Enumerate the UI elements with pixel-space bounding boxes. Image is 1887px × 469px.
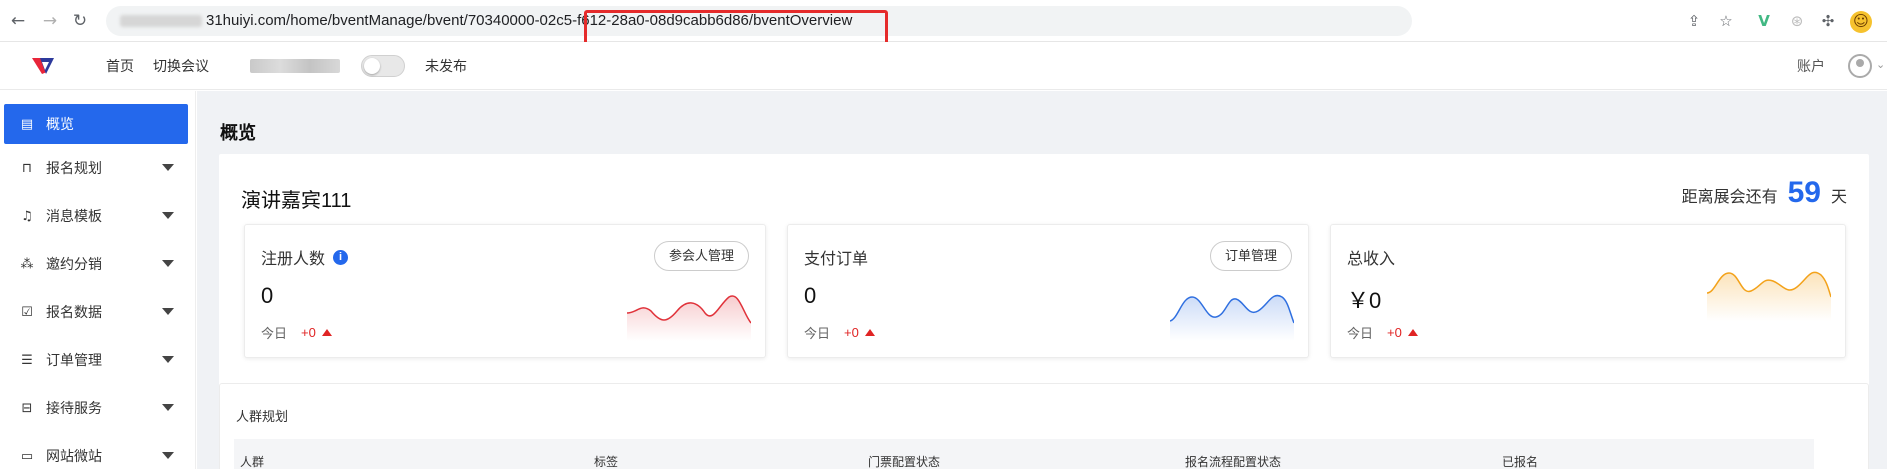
- sidebar-item-website[interactable]: ▭ 网站微站: [4, 436, 188, 469]
- sidebar-item-registration-plan[interactable]: ⊓ 报名规划: [4, 148, 188, 188]
- column-header: 门票配置状态: [868, 455, 941, 469]
- puzzle-icon[interactable]: ✣: [1818, 11, 1838, 31]
- app-header: 首页 切换会议 未发布 账户 ⌄: [0, 42, 1887, 90]
- sidebar-item-label: 邀约分销: [46, 256, 102, 272]
- app-logo[interactable]: [32, 56, 54, 76]
- caret-down-icon: [162, 308, 174, 315]
- stat-value: 0: [261, 283, 274, 308]
- vue-extension-icon[interactable]: V: [1754, 11, 1774, 31]
- sidebar-item-orders[interactable]: ☰ 订单管理: [4, 340, 188, 380]
- network-icon: ⁂: [20, 256, 34, 272]
- extension-icon-gray[interactable]: ⊛: [1787, 11, 1807, 31]
- sidebar-item-label: 订单管理: [46, 352, 102, 368]
- clipboard-icon: ☑: [21, 304, 33, 320]
- column-header: 人群: [240, 455, 265, 469]
- sidebar-item-label: 概览: [46, 116, 74, 132]
- countdown-suffix: 天: [1830, 189, 1847, 206]
- stat-label: 注册人数 i: [261, 245, 349, 269]
- main-content: 概览 演讲嘉宾111 距离展会还有 59 天 注册人数 i 0 今日 +0 参会…: [197, 91, 1887, 469]
- sidebar-item-label: 报名规划: [46, 160, 102, 176]
- back-icon[interactable]: ←: [8, 11, 28, 31]
- chevron-down-icon[interactable]: ⌄: [1876, 58, 1885, 71]
- up-arrow-icon: [321, 329, 332, 336]
- sidebar-item-reception[interactable]: ⊟ 接待服务: [4, 388, 188, 428]
- crowd-table-header: 人群 标签 门票配置状态 报名流程配置状态 已报名: [234, 439, 1814, 469]
- column-header: 标签: [594, 455, 619, 469]
- stat-card-revenue: 总收入 ￥0 今日 +0: [1330, 224, 1846, 358]
- countdown-prefix: 距离展会还有: [1681, 189, 1778, 206]
- url-redacted: [120, 15, 202, 27]
- bus-icon: ⊟: [21, 400, 33, 416]
- account-menu[interactable]: 账户: [1797, 42, 1825, 90]
- caret-down-icon: [162, 164, 174, 171]
- caret-down-icon: [162, 212, 174, 219]
- browser-toolbar: ← → ↻ 31huiyi.com/home/bventManage/bvent…: [0, 0, 1887, 55]
- emoji-avatar-icon[interactable]: ☺: [1850, 11, 1872, 33]
- info-icon[interactable]: i: [333, 249, 349, 265]
- caret-down-icon: [162, 356, 174, 363]
- overview-icon: ▤: [20, 116, 34, 132]
- stat-card-orders: 支付订单 0 今日 +0 订单管理: [787, 224, 1309, 358]
- today-label: 今日: [1347, 326, 1374, 341]
- sidebar-item-message-template[interactable]: ♫ 消息模板: [4, 196, 188, 236]
- column-header: 报名流程配置状态: [1185, 455, 1282, 469]
- countdown-days: 59: [1787, 176, 1821, 209]
- sidebar-item-registration-data[interactable]: ☑ 报名数据: [4, 292, 188, 332]
- stat-label: 总收入: [1347, 251, 1396, 268]
- caret-down-icon: [162, 260, 174, 267]
- stat-label-text: 注册人数: [261, 251, 326, 268]
- share-icon[interactable]: ⇪: [1684, 11, 1704, 31]
- up-arrow-icon: [1407, 329, 1418, 336]
- today-label: 今日: [804, 326, 831, 341]
- stat-card-registrations: 注册人数 i 0 今日 +0 参会人管理: [244, 224, 766, 358]
- column-header: 已报名: [1502, 455, 1539, 469]
- publish-status: 未发布: [425, 58, 467, 74]
- caret-down-icon: [162, 452, 174, 459]
- up-arrow-icon: [864, 329, 875, 336]
- reload-icon[interactable]: ↻: [70, 11, 90, 31]
- order-manage-button[interactable]: 订单管理: [1209, 241, 1292, 271]
- nav-switch-meeting[interactable]: 切换会议: [153, 42, 209, 90]
- sparkline-orders: [1170, 294, 1294, 341]
- meeting-name-redacted: [250, 59, 340, 73]
- bookmark-icon: ⊓: [21, 160, 33, 176]
- today-label: 今日: [261, 326, 288, 341]
- sidebar-item-label: 接待服务: [46, 400, 102, 416]
- crowd-planning-card: 人群规划 人群 标签 门票配置状态 报名流程配置状态 已报名: [219, 383, 1869, 469]
- countdown: 距离展会还有 59 天: [1682, 176, 1847, 210]
- delta-value: +0: [1387, 325, 1418, 340]
- stat-label: 支付订单: [804, 251, 869, 268]
- sidebar-item-invitation[interactable]: ⁂ 邀约分销: [4, 244, 188, 284]
- page-title: 概览: [220, 123, 256, 143]
- star-icon[interactable]: ☆: [1716, 11, 1736, 31]
- stat-today: 今日 +0: [1347, 323, 1418, 342]
- stat-value: 0: [804, 283, 817, 308]
- sidebar-item-label: 消息模板: [46, 208, 102, 224]
- delta-value: +0: [844, 325, 875, 340]
- sidebar-item-overview[interactable]: ▤ 概览: [4, 104, 188, 144]
- sidebar-item-label: 报名数据: [46, 304, 102, 320]
- forward-icon[interactable]: →: [40, 11, 60, 31]
- sidebar-item-label: 网站微站: [46, 448, 102, 464]
- sidebar: ▤ 概览 ⊓ 报名规划 ♫ 消息模板 ⁂ 邀约分销 ☑ 报名数据 ☰ 订单管理 …: [0, 91, 196, 469]
- attendee-manage-button[interactable]: 参会人管理: [653, 241, 749, 271]
- crowd-title: 人群规划: [236, 409, 289, 424]
- monitor-icon: ▭: [20, 448, 34, 464]
- avatar[interactable]: [1848, 54, 1872, 78]
- event-title: 演讲嘉宾111: [241, 190, 352, 212]
- address-bar[interactable]: 31huiyi.com/home/bventManage/bvent/70340…: [106, 6, 1412, 55]
- bell-icon: ♫: [21, 208, 33, 224]
- sparkline-registrations: [627, 295, 751, 341]
- sparkline-revenue: [1707, 271, 1831, 321]
- nav-home[interactable]: 首页: [106, 42, 134, 90]
- list-icon: ☰: [21, 352, 33, 368]
- stat-today: 今日 +0: [261, 323, 332, 342]
- delta-value: +0: [301, 325, 332, 340]
- publish-toggle[interactable]: [361, 55, 405, 77]
- stat-today: 今日 +0: [804, 323, 875, 342]
- stat-value: ￥0: [1347, 288, 1382, 313]
- caret-down-icon: [162, 404, 174, 411]
